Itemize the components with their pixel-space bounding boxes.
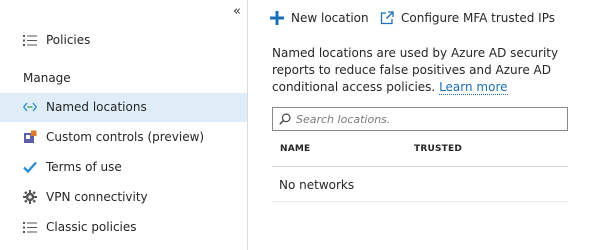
description-body: Named locations are used by Azure AD sec… — [272, 46, 559, 94]
sidebar-item-label: Classic policies — [46, 220, 137, 234]
new-location-label: New location — [291, 11, 369, 25]
sidebar-item-label: Named locations — [46, 100, 147, 114]
sidebar-item-label: Terms of use — [46, 160, 122, 174]
plus-icon — [269, 10, 285, 26]
search-box[interactable] — [272, 107, 568, 131]
sidebar-item-vpn-connectivity[interactable]: VPN connectivity — [0, 183, 247, 212]
header-divider — [272, 166, 568, 167]
main-content: New location Configure MFA trusted IPs N… — [249, 0, 602, 250]
search-input[interactable] — [296, 112, 556, 126]
learn-more-link[interactable]: Learn more — [439, 80, 508, 95]
column-header-name[interactable]: NAME — [280, 144, 310, 154]
sidebar-item-label: Custom controls (preview) — [46, 130, 205, 144]
sidebar-item-named-locations[interactable]: Named locations — [0, 93, 247, 122]
named-locations-icon — [23, 100, 37, 114]
list-icon — [23, 33, 37, 47]
sidebar-item-custom-controls[interactable]: Custom controls (preview) — [0, 123, 247, 152]
collapse-sidebar-button[interactable]: « — [229, 4, 245, 20]
sidebar: « Policies Manage Named locations Custom… — [0, 0, 248, 250]
section-label-manage: Manage — [23, 71, 71, 85]
external-link-icon — [379, 10, 395, 26]
checkmark-icon — [23, 160, 37, 174]
configure-mfa-trusted-ips-button[interactable]: Configure MFA trusted IPs — [379, 9, 555, 27]
custom-controls-icon — [23, 130, 37, 144]
empty-table-message: No networks — [279, 178, 355, 192]
column-header-trusted[interactable]: TRUSTED — [414, 144, 462, 154]
configure-mfa-label: Configure MFA trusted IPs — [401, 11, 555, 25]
sidebar-item-policies[interactable]: Policies — [0, 26, 247, 55]
list-icon — [23, 220, 37, 234]
gear-icon — [23, 190, 37, 204]
search-icon — [279, 113, 291, 125]
new-location-button[interactable]: New location — [269, 9, 369, 27]
description-text: Named locations are used by Azure AD sec… — [272, 45, 577, 96]
sidebar-item-label: VPN connectivity — [46, 190, 148, 204]
sidebar-item-terms-of-use[interactable]: Terms of use — [0, 153, 247, 182]
sidebar-item-classic-policies[interactable]: Classic policies — [0, 213, 247, 242]
row-divider — [272, 201, 568, 202]
sidebar-item-label: Policies — [46, 33, 91, 47]
